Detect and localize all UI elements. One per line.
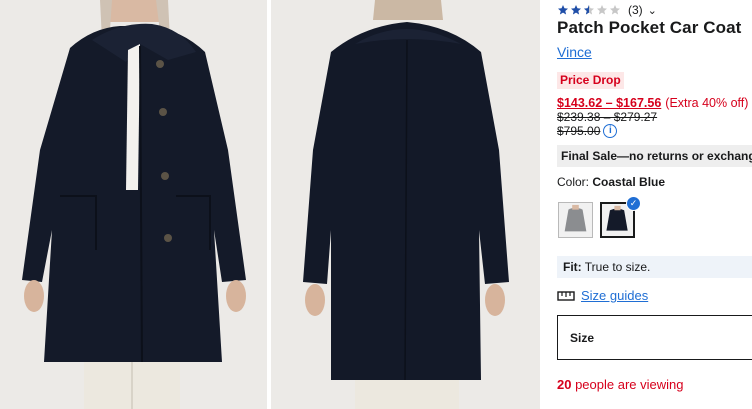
- price-drop-badge: Price Drop: [557, 72, 624, 89]
- final-sale-notice: Final Sale—no returns or exchanges: [557, 145, 752, 167]
- color-label: Color:: [557, 175, 593, 189]
- rating-summary[interactable]: (3) ⌄: [557, 2, 657, 18]
- star-half-icon: [584, 5, 594, 15]
- size-selector[interactable]: Size: [557, 315, 752, 360]
- color-swatch-coastal-blue[interactable]: ✓: [600, 196, 641, 238]
- product-image-back[interactable]: [271, 0, 540, 409]
- coat-back-illustration: [271, 0, 540, 409]
- fit-info: Fit: True to size.: [557, 256, 752, 278]
- selected-check-icon: ✓: [626, 196, 641, 211]
- original-price-row: $795.00 i: [557, 124, 618, 138]
- coat-front-illustration: [0, 0, 267, 409]
- star-rating: [557, 4, 621, 16]
- extra-discount: (Extra 40% off): [665, 96, 749, 110]
- chevron-down-icon[interactable]: ⌄: [648, 4, 657, 17]
- star-full-icon: [558, 5, 568, 15]
- product-title: Patch Pocket Car Coat: [557, 18, 742, 37]
- star-empty-icon: [597, 5, 607, 15]
- fit-label: Fit:: [563, 260, 582, 274]
- size-guides-label[interactable]: Size guides: [581, 288, 648, 303]
- gray-coat-thumbnail: [559, 203, 592, 237]
- fit-value: True to size.: [581, 260, 651, 274]
- brand-link[interactable]: Vince: [557, 44, 592, 60]
- size-selector-label: Size: [570, 331, 595, 345]
- was-price: $239.38 – $279.27: [557, 110, 658, 124]
- color-value: Coastal Blue: [592, 175, 666, 189]
- color-selection-label: Color: Coastal Blue: [557, 175, 665, 189]
- viewers-count: 20: [557, 377, 572, 392]
- info-icon[interactable]: i: [603, 124, 618, 138]
- size-guides-link[interactable]: Size guides: [557, 288, 648, 303]
- product-image-front[interactable]: [0, 0, 267, 409]
- product-info-panel: (3) ⌄ Patch Pocket Car Coat Vince Price …: [557, 0, 752, 409]
- sale-price-row: $143.62 – $167.56 (Extra 40% off): [557, 96, 748, 110]
- viewers-text: people are viewing: [571, 377, 684, 392]
- star-full-icon: [571, 5, 581, 15]
- viewers-count-notice: 20 people are viewing: [557, 377, 684, 392]
- ruler-icon: [557, 289, 575, 303]
- color-swatch-gray[interactable]: [558, 202, 593, 238]
- star-empty-icon: [610, 5, 620, 15]
- original-price: $795.00: [557, 124, 601, 138]
- review-count[interactable]: (3): [628, 3, 643, 17]
- sale-price: $143.62 – $167.56: [557, 96, 662, 110]
